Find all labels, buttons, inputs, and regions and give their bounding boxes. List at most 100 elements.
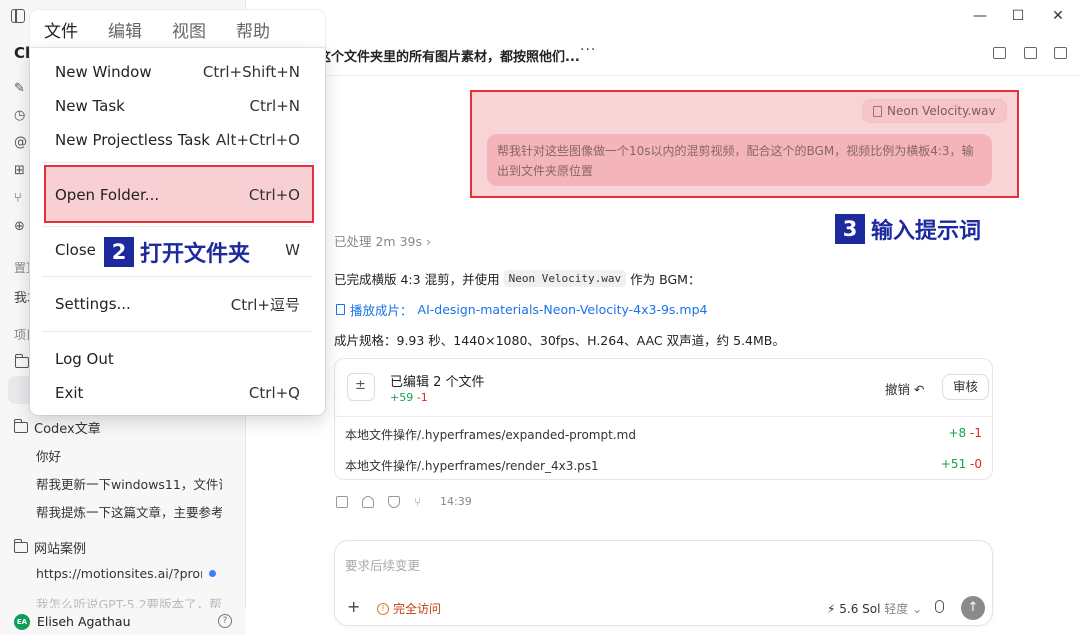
step-number: 2 [104, 237, 134, 267]
menu-item-new-window[interactable]: New Window Ctrl+Shift+N [55, 57, 300, 87]
unread-dot [209, 570, 216, 577]
minimize-button[interactable]: — [968, 6, 992, 26]
history-icon[interactable]: ◷ [14, 109, 28, 123]
menu-file[interactable]: 文件 [44, 17, 108, 42]
thread-item[interactable]: 帮我更新一下windows11，文件识 [36, 474, 222, 493]
branch-icon[interactable]: ⑂ [14, 192, 28, 206]
menu-item-label: New Projectless Task [55, 131, 210, 149]
maximize-button[interactable]: ☐ [1006, 6, 1030, 26]
help-icon[interactable]: ? [218, 614, 232, 628]
file-icon [336, 304, 345, 315]
apps-icon[interactable]: ⊞ [14, 164, 28, 178]
menu-item-exit[interactable]: Exit Ctrl+Q [55, 378, 300, 408]
folder-name: 网站案例 [34, 542, 87, 557]
project-folder[interactable]: 网站案例 [13, 538, 87, 557]
file-diff: +51 -0 [941, 457, 982, 471]
attach-button[interactable]: + [347, 599, 360, 615]
removed-count: -1 [416, 391, 428, 404]
send-button[interactable]: ↑ [961, 596, 985, 620]
access-label: 完全访问 [393, 602, 442, 616]
file-row[interactable]: 本地文件操作/.hyperframes/render_4x3.ps1 +51 -… [335, 448, 992, 479]
composer: 要求后续变更 + ! 完全访问 ⚡ 5.6 Sol 轻度 ⌄ ↑ [334, 540, 993, 626]
warning-icon: ! [377, 602, 389, 615]
file-menu-dropdown: New Window Ctrl+Shift+N New Task Ctrl+N … [30, 48, 325, 415]
done-suffix: 作为 BGM： [630, 272, 701, 287]
menu-item-new-task[interactable]: New Task Ctrl+N [55, 91, 300, 121]
undo-button[interactable]: 撤销 ↶ [885, 379, 924, 398]
added-count: +51 [940, 457, 967, 471]
access-selector[interactable]: ! 完全访问 [377, 600, 441, 617]
menu-help[interactable]: 帮助 [236, 17, 300, 42]
thread-item[interactable]: 你好 [36, 446, 222, 465]
edit-stats: +59 -1 [390, 391, 428, 404]
title-bar: — ☐ ✕ [246, 0, 1080, 32]
menu-item-new-projectless-task[interactable]: New Projectless Task Alt+Ctrl+O [55, 125, 300, 155]
menu-item-settings[interactable]: Settings... Ctrl+逗号 [55, 289, 300, 319]
file-path: 本地文件操作/.hyperframes/expanded-prompt.md [345, 428, 636, 442]
menu-separator [42, 162, 313, 163]
review-button[interactable]: 审核 [942, 374, 990, 400]
menu-item-shortcut: Ctrl+N [249, 97, 300, 115]
mic-icon[interactable] [935, 600, 944, 613]
step-number: 3 [835, 214, 865, 244]
menu-separator [42, 276, 313, 277]
model-name: ⚡ 5.6 Sol [827, 602, 881, 616]
panel-icon[interactable] [1054, 47, 1067, 59]
step3-annotation: 3 输入提示词 [835, 213, 983, 246]
menu-item-shortcut: Ctrl+Shift+N [202, 63, 300, 81]
menu-edit[interactable]: 编辑 [108, 17, 172, 42]
menu-item-shortcut: Ctrl+逗号 [230, 295, 300, 314]
edit-card-header: 已编辑 2 个文件 +59 -1 撤销 ↶ 审核 [335, 359, 992, 417]
step2-annotation: 2 打开文件夹 [104, 236, 252, 269]
specs-text: 成片规格：9.93 秒、1440×1080、30fps、H.264、AAC 双声… [334, 333, 785, 348]
folder-icon [14, 354, 29, 368]
thumbs-down-icon[interactable] [388, 495, 400, 508]
code-chip: Neon Velocity.wav [503, 270, 627, 287]
account-footer[interactable]: EA Eliseh Agathau ? [0, 608, 246, 635]
folder-icon [13, 539, 28, 553]
new-chat-icon[interactable]: ✎ [14, 82, 28, 96]
menu-item-label: New Task [55, 97, 125, 115]
play-file: AI-design-materials-Neon-Velocity-4x3-9s… [417, 302, 708, 317]
model-selector[interactable]: ⚡ 5.6 Sol 轻度 ⌄ [827, 600, 922, 617]
user-name: Eliseh Agathau [37, 614, 131, 629]
menu-item-open-folder[interactable]: Open Folder... Ctrl+O [55, 180, 300, 210]
highlight-box-prompt [470, 90, 1019, 198]
add-icon[interactable]: ⊕ [14, 220, 28, 234]
copy-icon[interactable] [336, 495, 348, 508]
play-link[interactable]: 播放成片： AI-design-materials-Neon-Velocity-… [336, 300, 707, 319]
terminal-icon[interactable] [1024, 47, 1037, 59]
more-icon[interactable]: ··· [580, 42, 596, 58]
menu-item-label: Log Out [55, 350, 114, 368]
menu-item-label: New Window [55, 63, 152, 81]
checklist-icon[interactable] [993, 47, 1006, 59]
menu-item-label: Exit [55, 384, 84, 402]
menu-item-shortcut: Alt+Ctrl+O [216, 131, 300, 149]
message-time: 14:39 [440, 495, 472, 508]
close-button[interactable]: ✕ [1046, 6, 1070, 26]
sidebar-toggle-icon[interactable] [11, 9, 25, 23]
menu-item-log-out[interactable]: Log Out [55, 344, 300, 374]
file-path: 本地文件操作/.hyperframes/render_4x3.ps1 [345, 459, 599, 473]
fork-icon[interactable]: ⑂ [414, 496, 426, 508]
edited-files-card: 已编辑 2 个文件 +59 -1 撤销 ↶ 审核 本地文件操作/.hyperfr… [334, 358, 993, 480]
play-label: 播放成片： [350, 303, 413, 318]
processed-status[interactable]: 已处理 2m 39s › [334, 231, 431, 250]
menu-bar: 文件 编辑 视图 帮助 [30, 10, 325, 48]
menu-separator [42, 331, 313, 332]
thread-item[interactable]: 帮我提炼一下这篇文章，主要参考 [36, 502, 222, 521]
project-folder[interactable]: Codex文章 [13, 418, 101, 437]
thread-header: 这个文件夹里的所有图片素材，都按照他们... ··· [246, 32, 1080, 76]
folder-name: Codex文章 [34, 422, 101, 437]
menu-view[interactable]: 视图 [172, 17, 236, 42]
file-row[interactable]: 本地文件操作/.hyperframes/expanded-prompt.md +… [335, 417, 992, 448]
thread-item[interactable]: https://motionsites.ai/?prom [36, 566, 202, 581]
mention-icon[interactable]: @ [14, 136, 28, 150]
step-label: 输入提示词 [869, 218, 982, 246]
thumbs-up-icon[interactable] [362, 495, 374, 508]
folder-icon [13, 419, 28, 433]
message-actions: ⑂ 14:39 [336, 495, 472, 508]
composer-input[interactable]: 要求后续变更 [345, 555, 420, 574]
added-count: +59 [390, 391, 414, 404]
step-label: 打开文件夹 [138, 241, 251, 269]
